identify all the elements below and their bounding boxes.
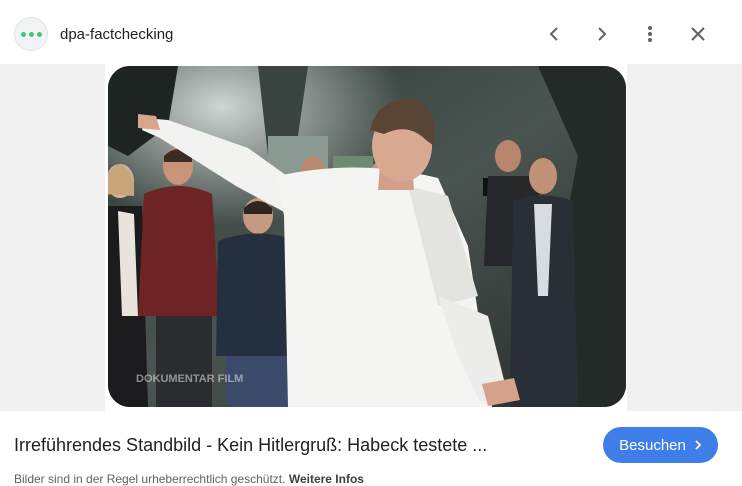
image-watermark: DOKUMENTAR FILM	[136, 373, 243, 385]
close-icon	[691, 27, 705, 41]
image-stage: DOKUMENTAR FILM	[0, 64, 742, 411]
copyright-notice: Bilder sind in der Regel urheberrechtlic…	[14, 472, 364, 486]
visit-button[interactable]: Besuchen	[603, 427, 718, 463]
next-button[interactable]	[586, 18, 618, 50]
chevron-right-icon	[598, 27, 607, 41]
chevron-left-icon	[549, 27, 558, 41]
more-info-link[interactable]: Weitere Infos	[289, 472, 364, 486]
favicon-dot	[20, 31, 26, 37]
favicon-dot	[36, 31, 42, 37]
more-options-button[interactable]	[634, 18, 666, 50]
more-vert-icon	[648, 26, 652, 42]
viewer-header: dpa-factchecking	[0, 0, 742, 64]
previous-button[interactable]	[538, 18, 570, 50]
site-name[interactable]: dpa-factchecking	[60, 26, 173, 43]
image-frame: DOKUMENTAR FILM	[105, 64, 627, 411]
preview-image[interactable]: DOKUMENTAR FILM	[108, 66, 626, 407]
result-title[interactable]: Irreführendes Standbild - Kein Hitlergru…	[14, 435, 487, 456]
photo-illustration: DOKUMENTAR FILM	[108, 66, 626, 407]
site-favicon	[14, 17, 48, 51]
copyright-text: Bilder sind in der Regel urheberrechtlic…	[14, 472, 286, 486]
chevron-right-icon	[695, 440, 702, 450]
close-button[interactable]	[682, 18, 714, 50]
visit-button-label: Besuchen	[619, 436, 686, 454]
favicon-dot	[28, 31, 34, 37]
